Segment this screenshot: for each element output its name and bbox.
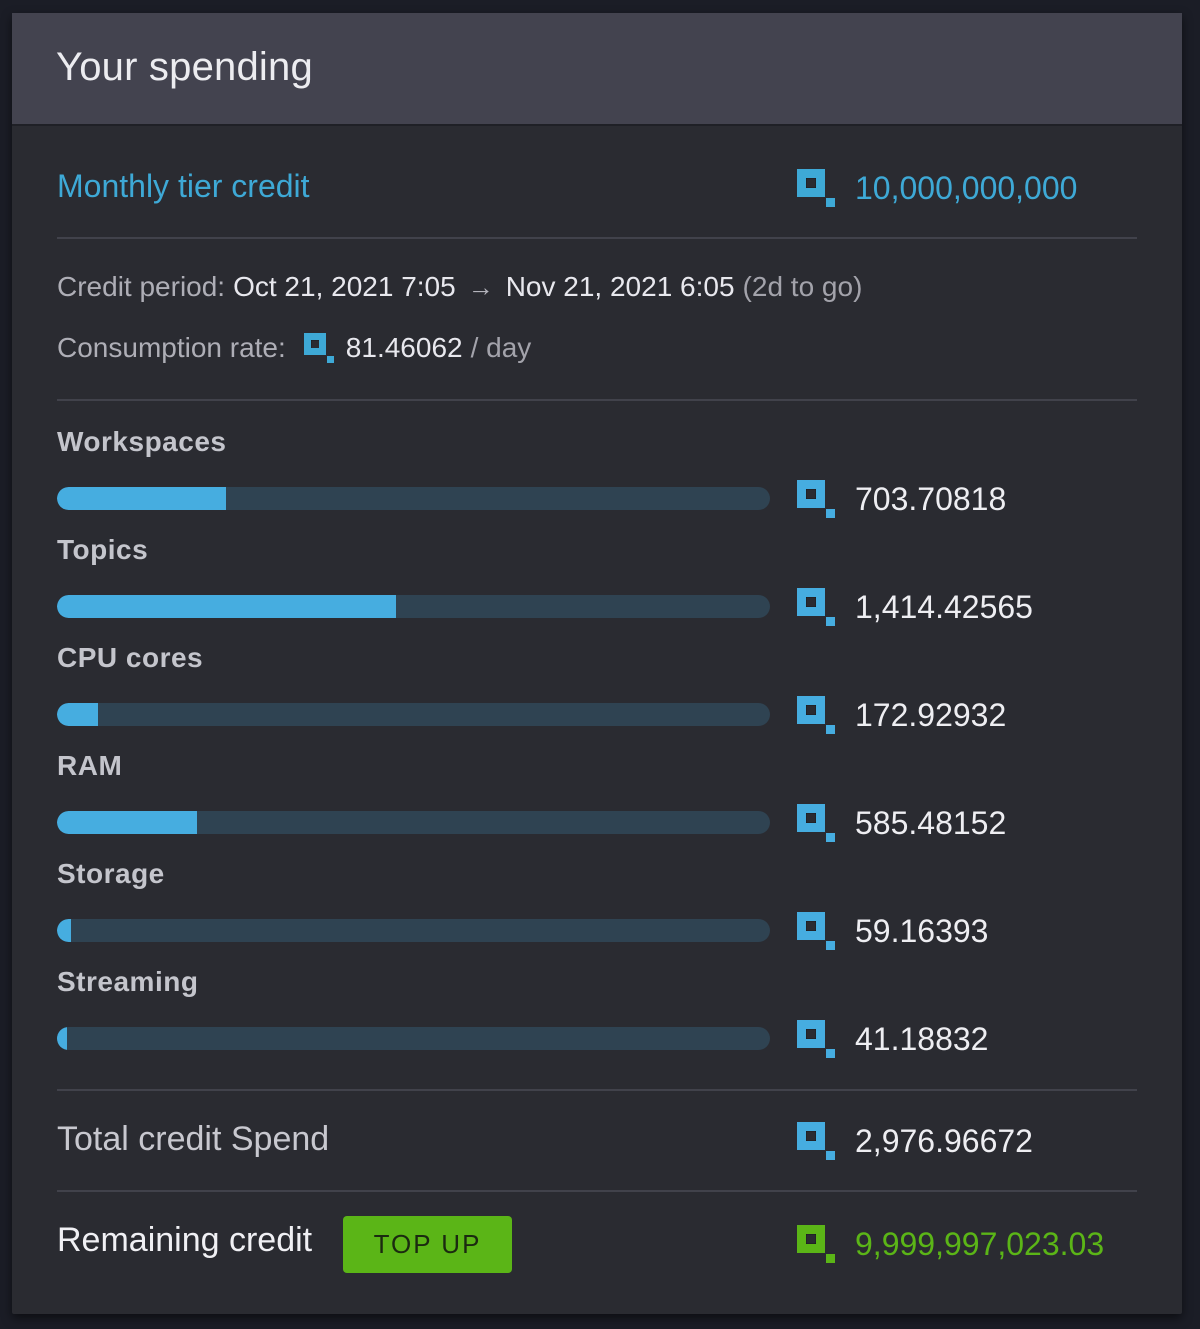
category-amount: 703.70818: [855, 480, 1007, 517]
remaining-credit-label: Remaining credit: [57, 1221, 313, 1259]
category-amount: 172.92932: [855, 696, 1007, 733]
category-value: 1,414.42565: [797, 588, 1033, 626]
credit-icon: [797, 169, 835, 207]
credit-icon: [797, 696, 835, 734]
total-credit-amount: 2,976.96672: [855, 1122, 1033, 1159]
category-label: Topics: [57, 534, 149, 565]
credit-icon: [797, 912, 835, 950]
credit-icon: [797, 588, 835, 626]
usage-bar: [57, 703, 770, 726]
usage-bar-fill: [57, 811, 198, 834]
usage-bar-fill: [57, 595, 396, 618]
category-label: Streaming: [57, 966, 199, 997]
divider: [57, 1190, 1137, 1192]
monthly-tier-credit-value: 10,000,000,000: [797, 169, 1077, 207]
divider: [57, 1089, 1137, 1091]
category-value: 703.70818: [797, 480, 1006, 518]
consumption-rate-label: Consumption rate:: [57, 332, 286, 363]
category-value: 41.18832: [797, 1020, 988, 1058]
category-amount: 41.18832: [855, 1020, 989, 1057]
total-credit-spend-value: 2,976.96672: [797, 1122, 1033, 1160]
consumption-rate: Consumption rate: 81.46062 / day: [57, 332, 531, 364]
card-header: Your spending: [12, 13, 1182, 126]
credit-period-start: Oct 21, 2021 7:05: [233, 271, 456, 302]
category-label: RAM: [57, 750, 123, 781]
remaining-credit-value: 9,999,997,023.03: [797, 1225, 1104, 1263]
usage-bar: [57, 595, 770, 618]
category-label: CPU cores: [57, 642, 204, 673]
usage-bar-fill: [57, 1027, 67, 1050]
credit-period: Credit period: Oct 21, 2021 7:05 → Nov 2…: [57, 271, 862, 303]
category-label: Storage: [57, 858, 165, 889]
credit-icon: [797, 1225, 835, 1263]
credit-period-end: Nov 21, 2021 6:05: [505, 271, 735, 302]
consumption-rate-unit: / day: [470, 332, 532, 363]
divider: [57, 237, 1137, 239]
arrow-right-icon: →: [467, 271, 494, 302]
monthly-tier-credit-label: Monthly tier credit: [57, 168, 310, 204]
usage-bar: [57, 487, 770, 510]
usage-bar-fill: [57, 703, 99, 726]
credit-period-label: Credit period:: [57, 271, 226, 302]
top-up-button[interactable]: TOP UP: [343, 1216, 512, 1273]
usage-bar: [57, 1027, 770, 1050]
credit-icon: [797, 1020, 835, 1058]
monthly-credit-amount: 10,000,000,000: [855, 169, 1078, 206]
usage-bar-fill: [57, 487, 226, 510]
category-label: Workspaces: [57, 426, 227, 457]
credit-period-remaining: (2d to go): [742, 271, 863, 302]
category-value: 59.16393: [797, 912, 988, 950]
category-value: 172.92932: [797, 696, 1006, 734]
remaining-credit-amount: 9,999,997,023.03: [855, 1225, 1105, 1262]
credit-icon: [797, 804, 835, 842]
total-credit-spend-label: Total credit Spend: [57, 1120, 330, 1158]
consumption-rate-value: 81.46062: [345, 332, 463, 363]
usage-bar: [57, 811, 770, 834]
credit-icon: [303, 333, 334, 363]
credit-icon: [797, 480, 835, 518]
divider: [57, 399, 1137, 401]
usage-bar: [57, 919, 770, 942]
spending-card: Your spending Monthly tier credit 10,000…: [12, 13, 1182, 1314]
card-title: Your spending: [56, 45, 313, 89]
category-value: 585.48152: [797, 804, 1006, 842]
category-amount: 1,414.42565: [855, 588, 1033, 625]
credit-icon: [797, 1122, 835, 1160]
category-amount: 585.48152: [855, 804, 1007, 841]
category-amount: 59.16393: [855, 912, 989, 949]
usage-bar-fill: [57, 919, 72, 942]
